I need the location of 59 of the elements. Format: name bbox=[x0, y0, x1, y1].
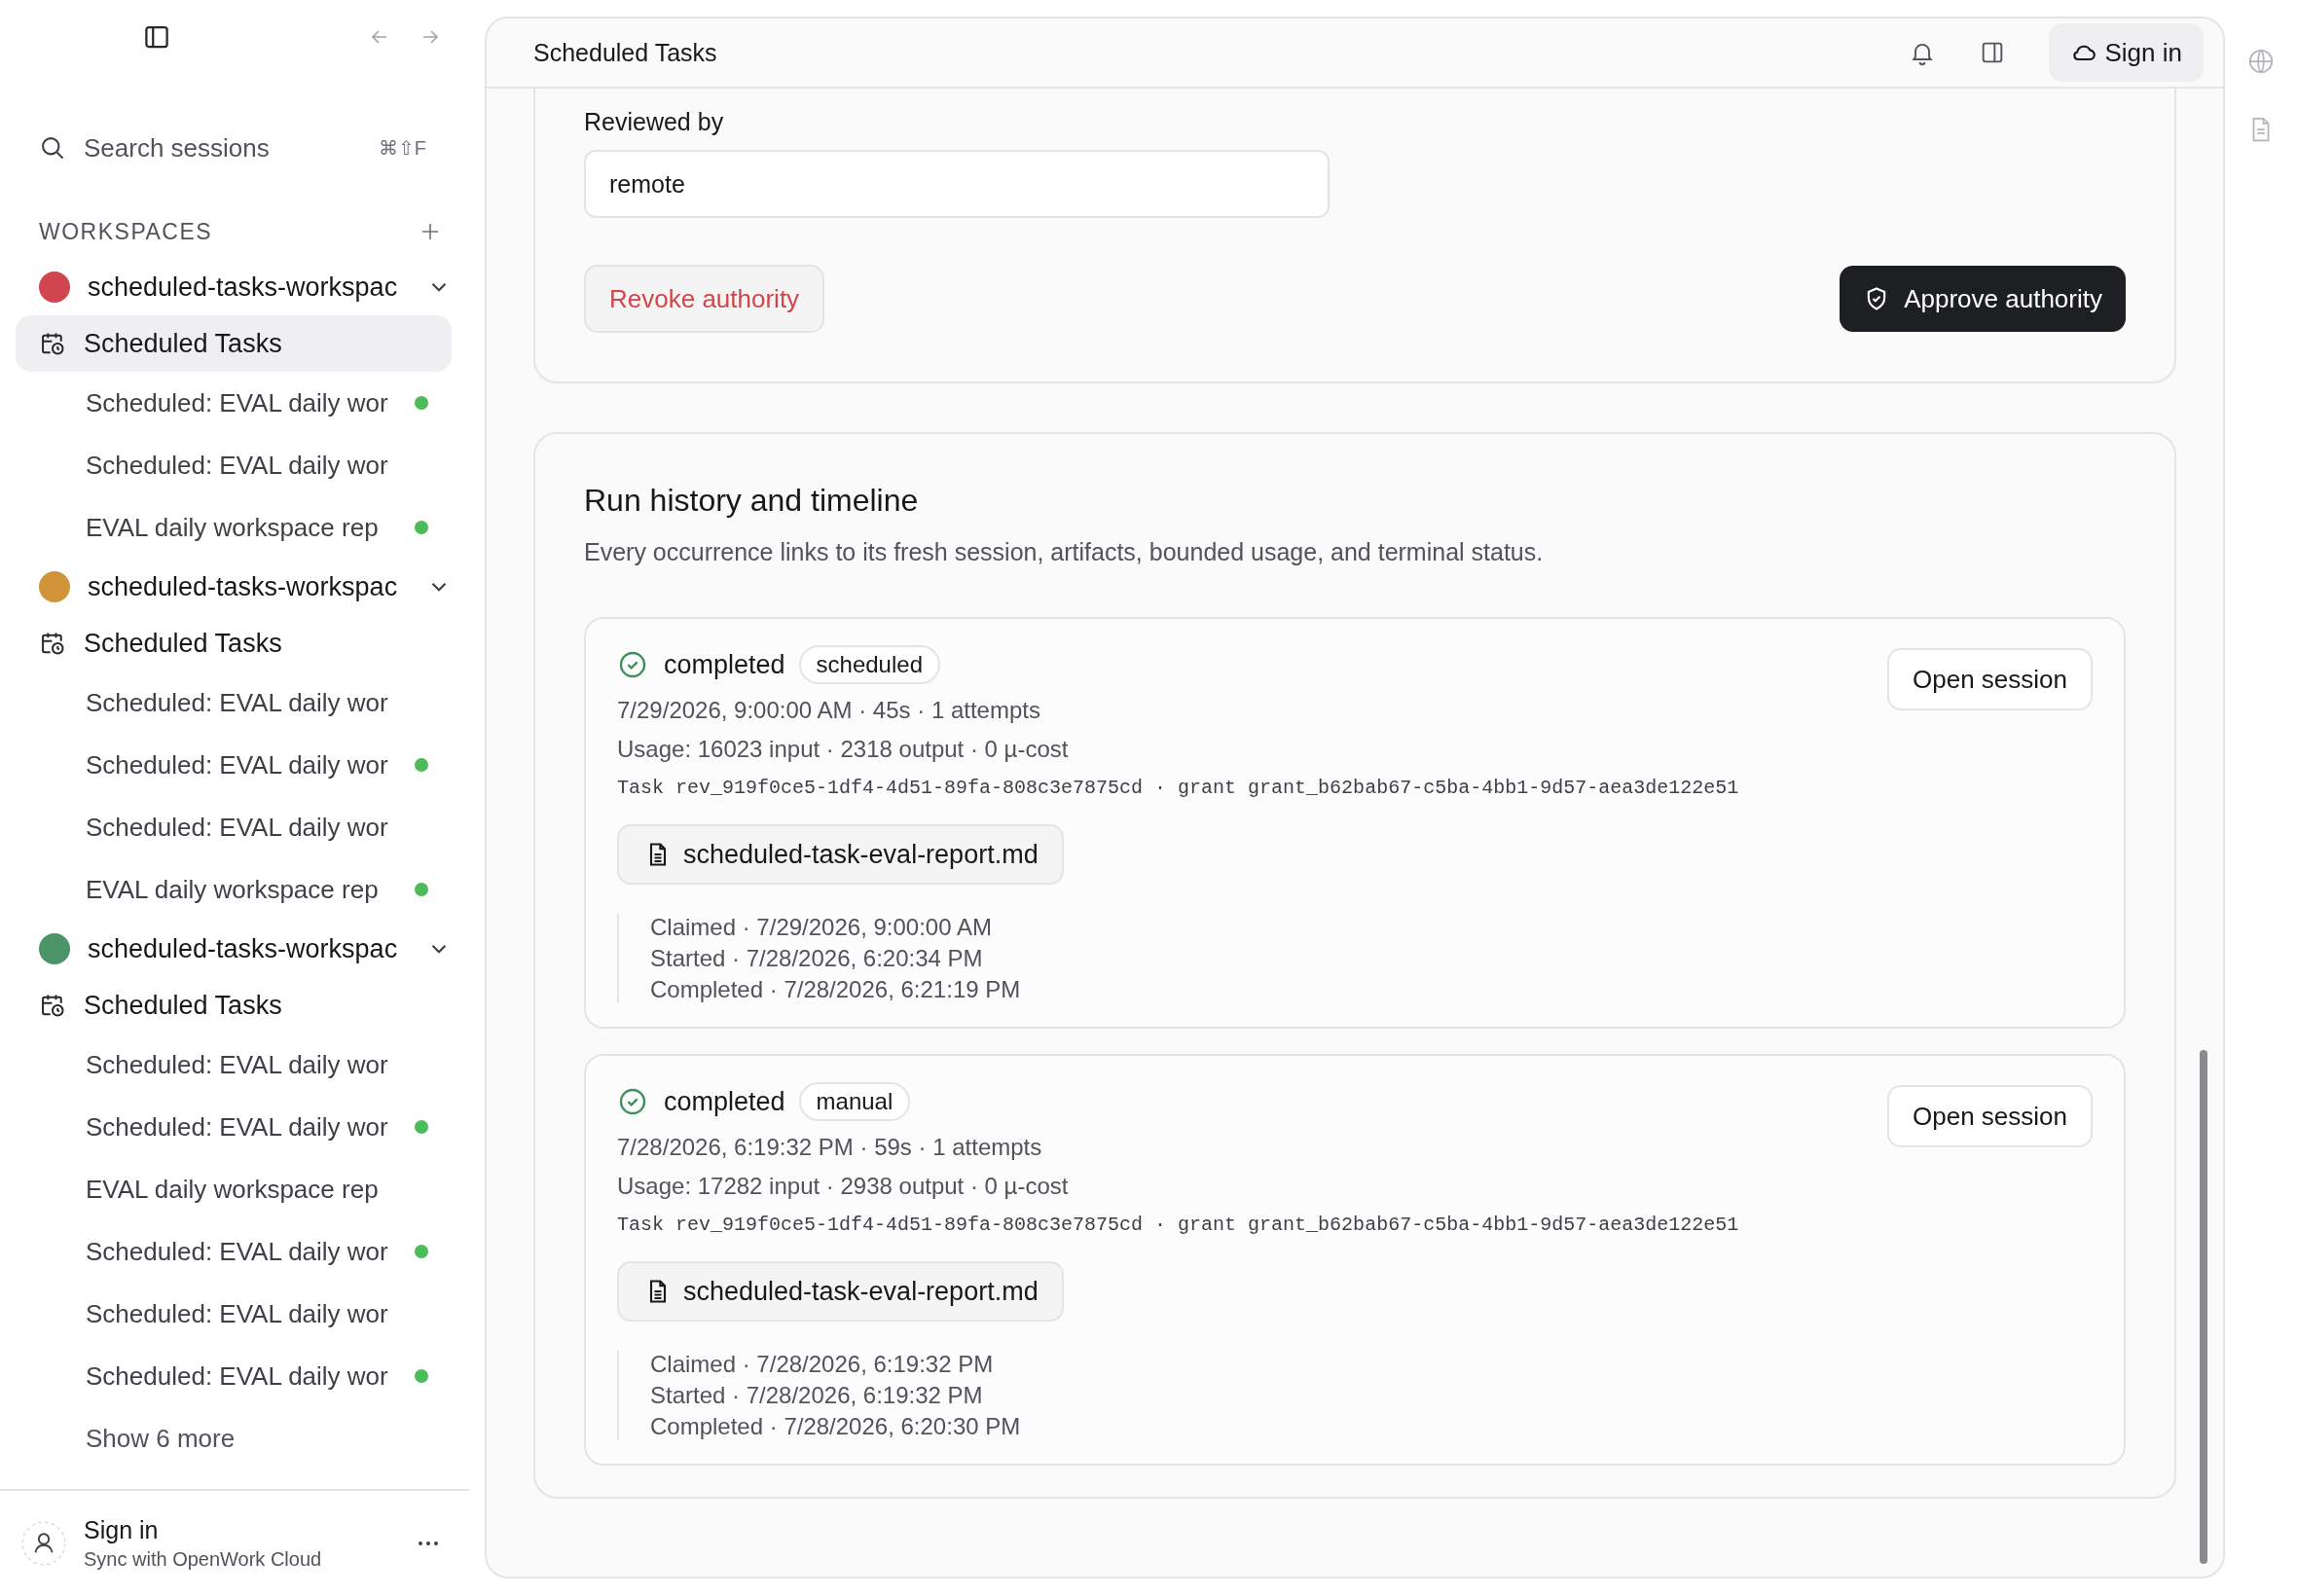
timeline-entry: Claimed · 7/29/2026, 9:00:00 AM bbox=[650, 914, 993, 941]
trigger-tag: scheduled bbox=[798, 645, 940, 684]
run-status: completed bbox=[664, 649, 785, 680]
sign-in-button[interactable]: Sign in bbox=[2048, 23, 2204, 82]
session-item[interactable]: EVAL daily workspace rep bbox=[16, 1158, 452, 1220]
show-more-link[interactable]: Show 6 more bbox=[16, 1407, 452, 1469]
sign-in-link[interactable]: Sign in bbox=[84, 1516, 159, 1544]
section-title: WORKSPACES bbox=[39, 218, 213, 245]
workspace-item[interactable]: scheduled-tasks-workspac bbox=[16, 559, 452, 615]
user-avatar-icon bbox=[21, 1521, 66, 1566]
section-description: Every occurrence links to its fresh session, artifacts, bounded usage, and terminal status. bbox=[584, 538, 1545, 566]
open-session-button[interactable]: Open session bbox=[1887, 1085, 2093, 1147]
artifact-button[interactable]: scheduled-task-eval-report.md bbox=[617, 824, 1064, 885]
check-circle-icon bbox=[617, 1086, 648, 1117]
scheduled-tasks-item[interactable]: Scheduled Tasks bbox=[16, 977, 452, 1034]
run-timing: 7/29/2026, 9:00:00 AM · 45s · 1 attempts bbox=[617, 697, 1041, 724]
check-circle-icon bbox=[617, 649, 648, 680]
workspace-item[interactable]: scheduled-tasks-workspac bbox=[16, 921, 452, 977]
session-item[interactable]: Scheduled: EVAL daily wor bbox=[16, 734, 452, 796]
timeline-entry: Claimed · 7/28/2026, 6:19:32 PM bbox=[650, 1351, 995, 1378]
run-usage: Usage: 17282 input · 2938 output · 0 µ-cost bbox=[617, 1173, 1070, 1200]
session-item[interactable]: Scheduled: EVAL daily wor bbox=[16, 434, 452, 496]
timeline-entry: Completed · 7/28/2026, 6:21:19 PM bbox=[650, 976, 1022, 1003]
reviewed-by-field[interactable]: remote bbox=[584, 150, 1330, 218]
page-title: Scheduled Tasks bbox=[533, 38, 717, 67]
run-usage: Usage: 16023 input · 2318 output · 0 µ-cost bbox=[617, 736, 1070, 763]
workspace-item[interactable]: scheduled-tasks-workspac bbox=[16, 259, 452, 315]
timeline-entry: Completed · 7/28/2026, 6:20:30 PM bbox=[650, 1413, 1022, 1440]
session-item[interactable]: Scheduled: EVAL daily wor bbox=[16, 1345, 452, 1407]
open-session-button[interactable]: Open session bbox=[1887, 648, 2093, 710]
approve-authority-button[interactable]: Approve authority bbox=[1840, 266, 2126, 332]
keyboard-shortcut: ⌘⇧F bbox=[378, 136, 426, 160]
field-label: Reviewed by bbox=[584, 108, 724, 136]
session-item[interactable]: Scheduled: EVAL daily wor bbox=[16, 1283, 452, 1345]
scheduled-tasks-item[interactable]: Scheduled Tasks bbox=[16, 615, 452, 671]
section-heading: Run history and timeline bbox=[584, 483, 920, 519]
search-field[interactable]: Search sessions bbox=[84, 132, 361, 163]
sign-in-subtitle: Sync with OpenWork Cloud bbox=[84, 1548, 323, 1571]
timeline-entry: Started · 7/28/2026, 6:19:32 PM bbox=[650, 1382, 984, 1409]
session-item[interactable]: Scheduled: EVAL daily wor bbox=[16, 796, 452, 858]
timeline-entry: Started · 7/28/2026, 6:20:34 PM bbox=[650, 945, 984, 972]
scheduled-tasks-item[interactable]: Scheduled Tasks bbox=[16, 315, 452, 372]
run-ids: Task rev_919f0ce5-1df4-4d51-89fa-808c3e7875cd · grant grant_b62bab67-c5ba-4bb1-9d57-aea3de122e51 bbox=[617, 777, 1739, 799]
revoke-authority-button[interactable]: Revoke authority bbox=[584, 265, 825, 333]
session-item[interactable]: EVAL daily workspace rep bbox=[16, 496, 452, 559]
session-item[interactable]: Scheduled: EVAL daily wor bbox=[16, 372, 452, 434]
search-icon bbox=[39, 134, 66, 162]
run-ids: Task rev_919f0ce5-1df4-4d51-89fa-808c3e7875cd · grant grant_b62bab67-c5ba-4bb1-9d57-aea3de122e51 bbox=[617, 1214, 1739, 1236]
artifact-button[interactable]: scheduled-task-eval-report.md bbox=[617, 1261, 1064, 1322]
session-item[interactable]: EVAL daily workspace rep bbox=[16, 858, 452, 921]
more-options-icon[interactable] bbox=[417, 1540, 440, 1547]
session-item[interactable]: Scheduled: EVAL daily wor bbox=[16, 671, 452, 734]
session-item[interactable]: Scheduled: EVAL daily wor bbox=[16, 1220, 452, 1283]
run-status: completed bbox=[664, 1086, 785, 1117]
trigger-tag: manual bbox=[798, 1082, 911, 1121]
scrollbar-thumb[interactable] bbox=[2200, 1050, 2207, 1564]
session-item[interactable]: Scheduled: EVAL daily wor bbox=[16, 1096, 452, 1158]
run-timing: 7/28/2026, 6:19:32 PM · 59s · 1 attempts bbox=[617, 1134, 1043, 1161]
session-item[interactable]: Scheduled: EVAL daily wor bbox=[16, 1034, 452, 1096]
